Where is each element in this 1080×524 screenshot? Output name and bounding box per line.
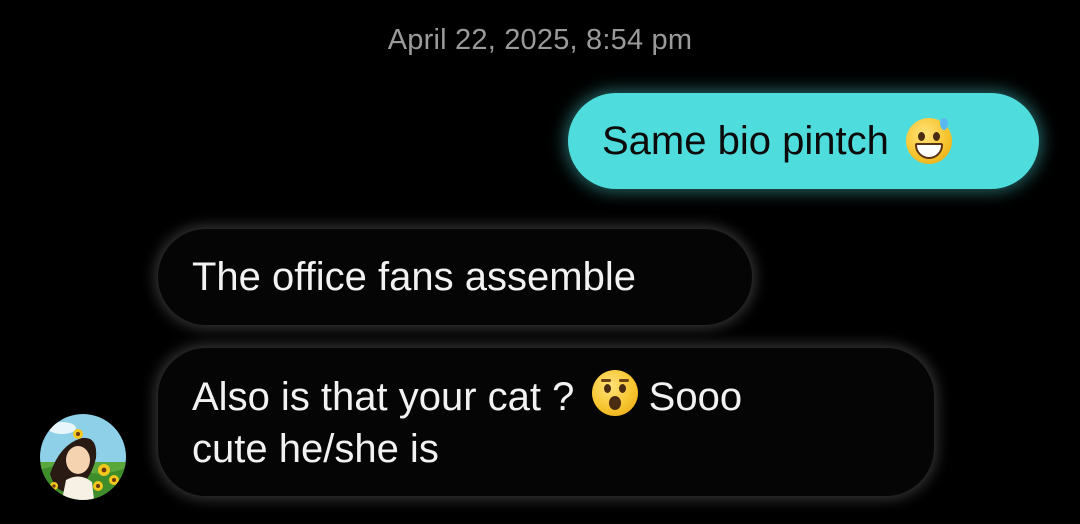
- message-text: The office fans assemble: [192, 255, 636, 299]
- incoming-message-bubble[interactable]: Also is that your cat ? Sooo cute he/she…: [158, 348, 934, 496]
- message-timestamp: April 22, 2025, 8:54 pm: [387, 24, 693, 56]
- message-text: Sooo: [648, 375, 743, 419]
- sunflower-avatar-icon: [40, 414, 126, 500]
- outgoing-message-bubble[interactable]: Same bio pintch: [568, 93, 1039, 189]
- incoming-message-bubble[interactable]: The office fans assemble: [158, 229, 752, 325]
- message-text: cute he/she is: [192, 427, 439, 471]
- grinning-face-with-sweat-emoji: [905, 118, 952, 164]
- contact-avatar[interactable]: [40, 414, 126, 500]
- astonished-face-emoji: [591, 370, 638, 416]
- message-text: Same bio pintch: [602, 119, 889, 163]
- message-text: Also is that your cat ?: [192, 375, 575, 419]
